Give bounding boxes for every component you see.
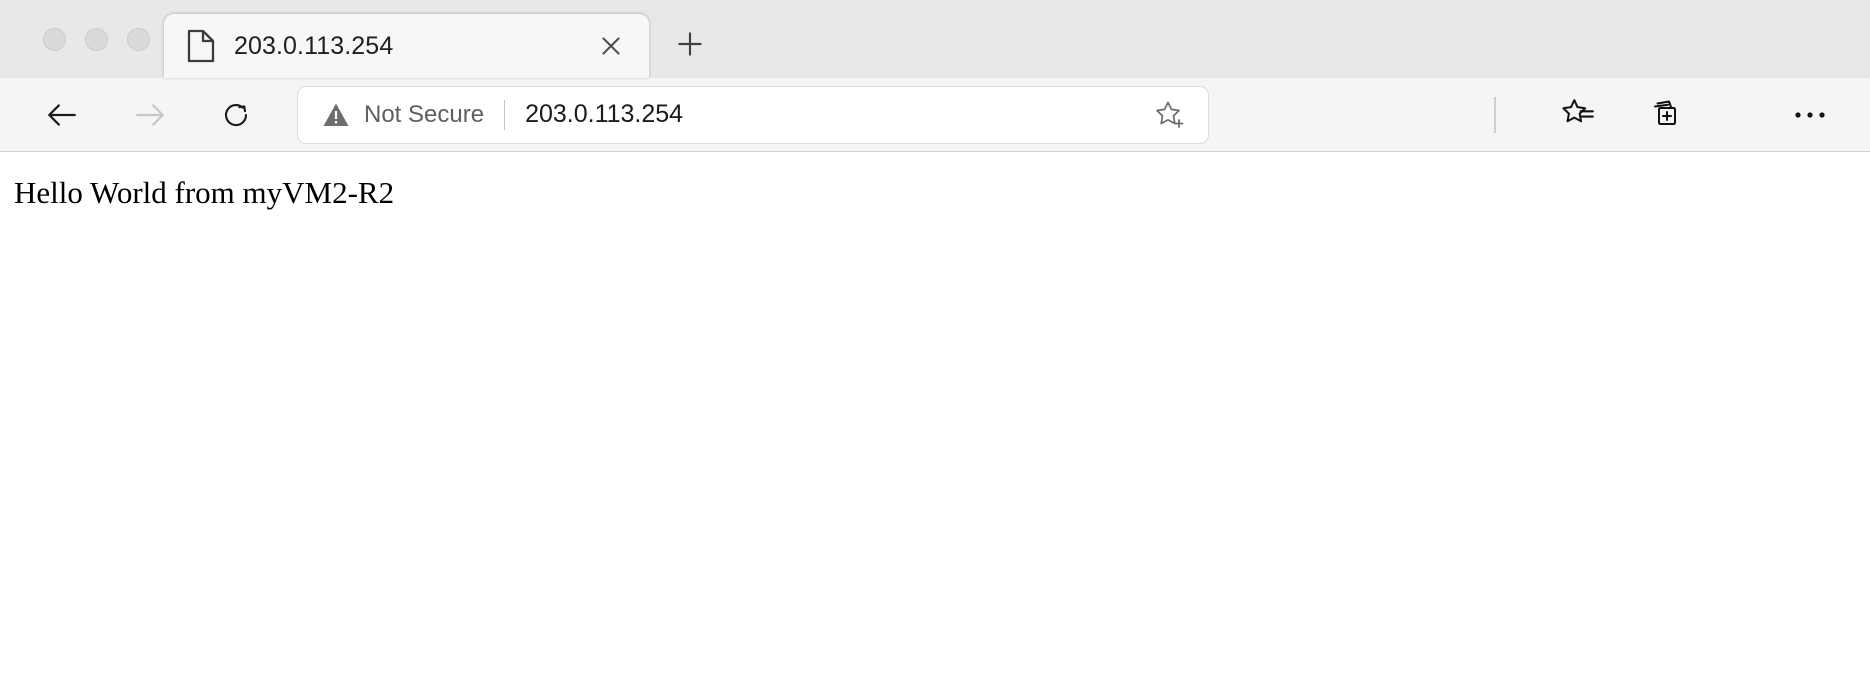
- security-status-label: Not Secure: [364, 100, 485, 128]
- tab-list: 203.0.113.254: [164, 0, 719, 78]
- close-tab-button[interactable]: [589, 24, 633, 68]
- browser-toolbar: Not Secure 203.0.113.254: [0, 78, 1870, 152]
- star-list-icon[interactable]: [1550, 87, 1606, 143]
- address-divider: [504, 99, 506, 130]
- tab-strip: 203.0.113.254: [0, 0, 1870, 78]
- new-tab-button[interactable]: [661, 15, 719, 73]
- security-indicator[interactable]: Not Secure: [322, 101, 484, 129]
- page-icon: [186, 29, 216, 63]
- collections-icon[interactable]: [1638, 87, 1694, 143]
- tab-title: 203.0.113.254: [234, 31, 394, 60]
- forward-button[interactable]: [122, 87, 178, 143]
- toolbar-divider: [1494, 96, 1496, 133]
- maximize-window-button[interactable]: [127, 27, 150, 51]
- tab-203-0-113-254[interactable]: 203.0.113.254: [164, 14, 649, 78]
- address-bar[interactable]: Not Secure 203.0.113.254: [298, 86, 1208, 143]
- page-body-text: Hello World from myVM2-R2: [14, 175, 395, 210]
- minimize-window-button[interactable]: [85, 27, 108, 51]
- page-content-area: Hello World from myVM2-R2: [0, 152, 1870, 686]
- ellipsis-icon[interactable]: [1782, 87, 1838, 143]
- close-window-button[interactable]: [43, 27, 66, 51]
- refresh-icon[interactable]: [208, 87, 264, 143]
- star-plus-icon[interactable]: [1146, 91, 1194, 139]
- browser-window: 203.0.113.254 Not Secure 203.0.113.254 H…: [0, 0, 1870, 686]
- url-text[interactable]: 203.0.113.254: [525, 100, 1146, 129]
- back-button[interactable]: [34, 87, 90, 143]
- window-controls: [0, 0, 150, 78]
- warning-triangle-icon: [322, 101, 350, 129]
